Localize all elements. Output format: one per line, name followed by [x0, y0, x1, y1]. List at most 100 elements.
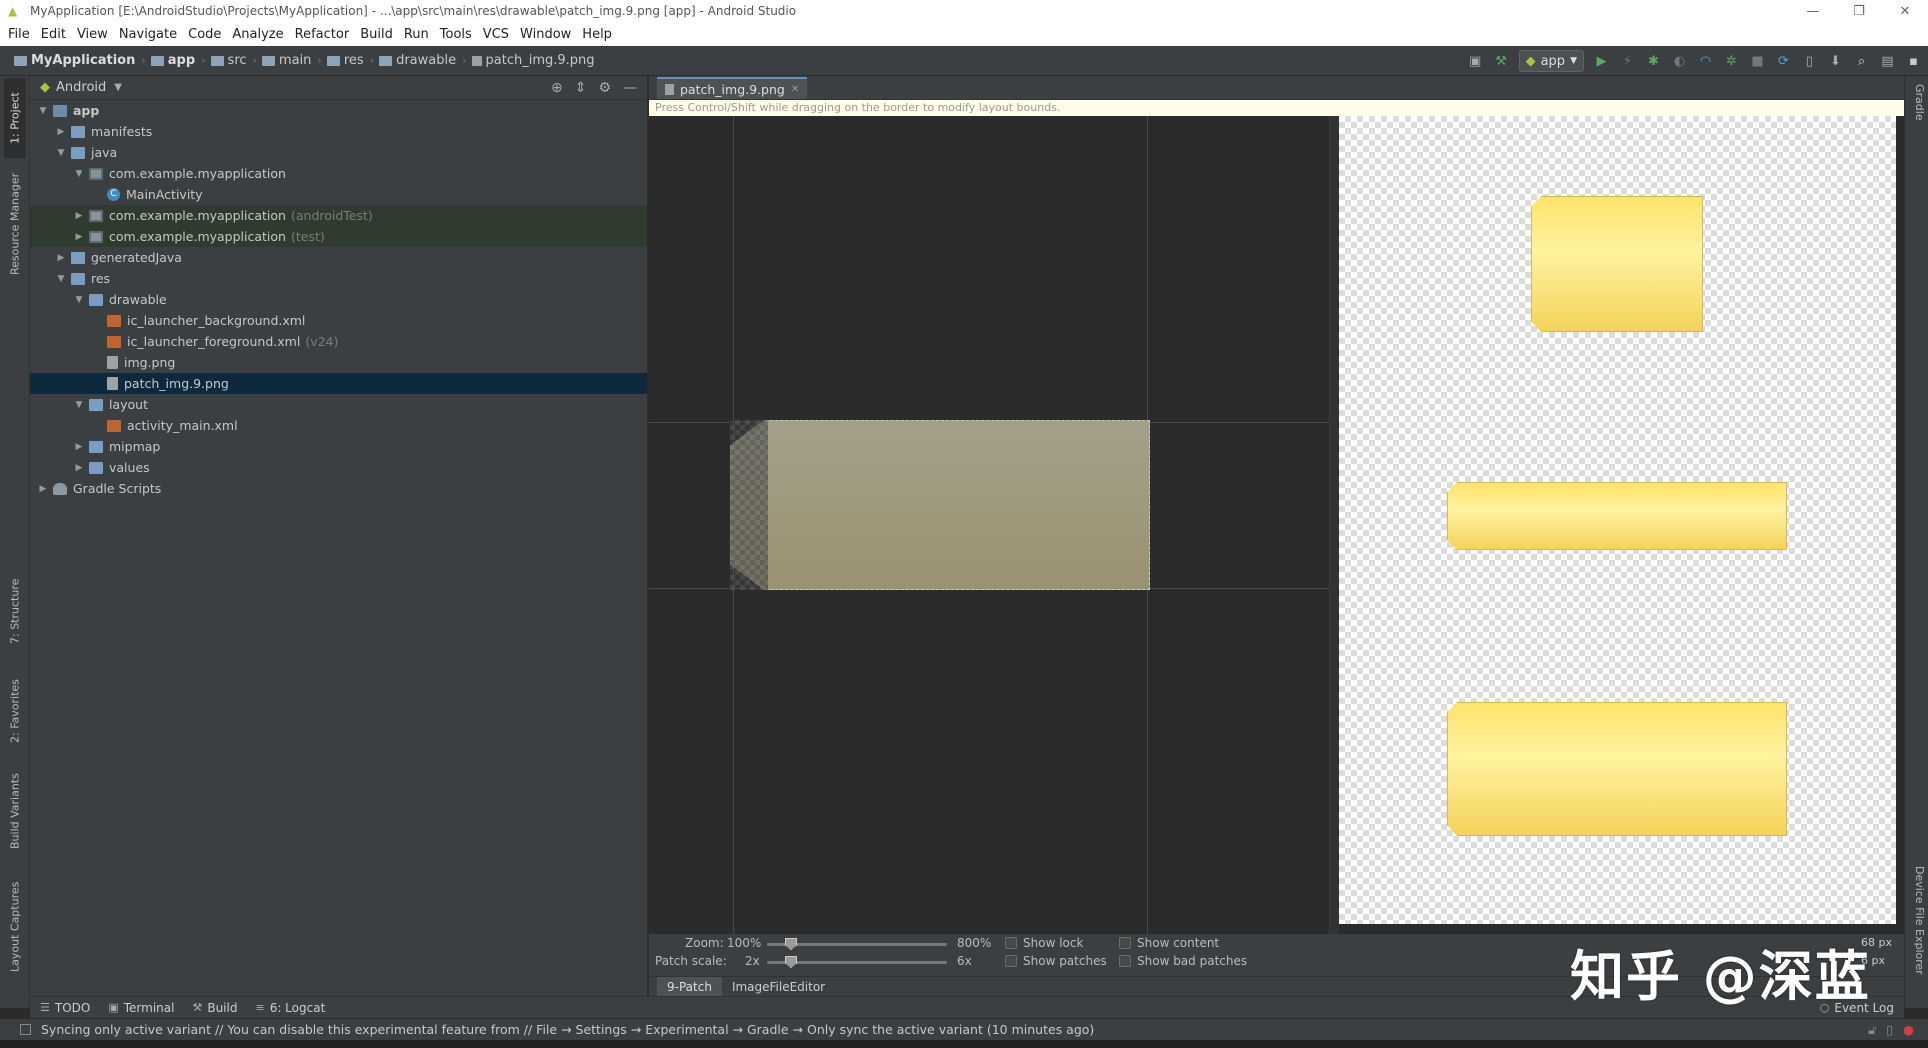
tree-item[interactable]: ▼ res	[30, 268, 647, 289]
tree-item[interactable]: ▶ manifests	[30, 121, 647, 142]
hide-panel-icon[interactable]: —	[623, 80, 637, 96]
hammer-build-icon[interactable]: ⚒	[1493, 53, 1510, 70]
breadcrumb-src[interactable]: src	[210, 53, 247, 68]
tree-item[interactable]: ic_launcher_background.xml	[30, 310, 647, 331]
tree-item[interactable]: ▶ values	[30, 457, 647, 478]
chevron-down-icon[interactable]: ▼	[72, 295, 86, 305]
chevron-right-icon[interactable]: ▶	[36, 484, 50, 494]
tree-item[interactable]: ▶ generatedJava	[30, 247, 647, 268]
menu-window[interactable]: Window	[520, 27, 571, 42]
close-icon[interactable]: ✕	[791, 84, 799, 95]
menu-run[interactable]: Run	[404, 27, 429, 42]
project-structure-icon[interactable]: ▣	[1467, 53, 1484, 70]
menu-analyze[interactable]: Analyze	[232, 27, 283, 42]
splitter-handle[interactable]	[1329, 116, 1339, 934]
collapse-all-icon[interactable]: ⇕	[575, 80, 587, 96]
menu-refactor[interactable]: Refactor	[295, 27, 350, 42]
show-bad-patches-checkbox[interactable]: Show bad patches	[1119, 954, 1247, 968]
chevron-right-icon[interactable]: ▶	[54, 127, 68, 137]
checkbox-box[interactable]	[1119, 937, 1131, 949]
tree-item[interactable]: ▶ Gradle Scripts	[30, 478, 647, 499]
sdk-manager-icon[interactable]: ⬇	[1827, 53, 1844, 70]
tab-patch-img[interactable]: patch_img.9.png ✕	[657, 77, 808, 99]
chevron-right-icon[interactable]: ▶	[72, 232, 86, 242]
tab-nine-patch[interactable]: 9-Patch	[657, 976, 722, 997]
menu-view[interactable]: View	[77, 27, 108, 42]
tab-device-file-explorer[interactable]: Device File Explorer	[1908, 866, 1926, 996]
chevron-down-icon[interactable]: ▼	[54, 148, 68, 158]
breadcrumb-app[interactable]: app	[150, 53, 195, 68]
gear-icon[interactable]: ⚙	[598, 80, 611, 96]
tree-item[interactable]: img.png	[30, 352, 647, 373]
menu-code[interactable]: Code	[188, 27, 221, 42]
tab-favorites[interactable]: 2: Favorites	[4, 666, 26, 756]
menu-vcs[interactable]: VCS	[483, 27, 509, 42]
coverage-icon[interactable]: ◐	[1671, 53, 1688, 70]
tab-image-file-editor[interactable]: ImageFileEditor	[722, 977, 835, 997]
minimize-button[interactable]: —	[1790, 4, 1836, 19]
tree-item[interactable]: ▼ layout	[30, 394, 647, 415]
chevron-down-icon[interactable]: ▼	[36, 106, 50, 116]
layout-inspector-icon[interactable]: ▤	[1879, 53, 1896, 70]
menu-navigate[interactable]: Navigate	[119, 27, 177, 42]
menu-build[interactable]: Build	[360, 27, 393, 42]
patch-scale-slider-handle[interactable]	[785, 956, 797, 968]
tree-item[interactable]: ▶ com.example.myapplication (test)	[30, 226, 647, 247]
tab-gradle[interactable]: Gradle	[1908, 84, 1926, 144]
tree-item[interactable]: activity_main.xml	[30, 415, 647, 436]
tree-item[interactable]: ▶ mipmap	[30, 436, 647, 457]
todo-tool[interactable]: ☰ TODO	[40, 1001, 90, 1015]
sync-gradle-icon[interactable]: ⟳	[1775, 53, 1792, 70]
tree-item[interactable]: ▼ drawable	[30, 289, 647, 310]
chevron-right-icon[interactable]: ▶	[72, 442, 86, 452]
breadcrumb-drawable[interactable]: drawable	[379, 53, 456, 68]
chevron-down-icon[interactable]: ▼	[114, 82, 122, 93]
tree-item[interactable]: ▶ com.example.myapplication (androidTest)	[30, 205, 647, 226]
chevron-right-icon[interactable]: ▶	[72, 211, 86, 221]
tab-layout-captures[interactable]: Layout Captures	[4, 871, 26, 983]
zoom-slider-handle[interactable]	[785, 938, 797, 950]
close-window-button[interactable]: ✕	[1882, 4, 1928, 19]
tab-resource-manager[interactable]: Resource Manager	[4, 164, 26, 284]
profile-icon[interactable]: ◠	[1697, 53, 1714, 70]
account-icon[interactable]: ▪	[1905, 53, 1922, 70]
terminal-tool[interactable]: ▣ Terminal	[108, 1001, 174, 1015]
tree-item[interactable]: C MainActivity	[30, 184, 647, 205]
show-lock-checkbox[interactable]: Show lock	[1005, 936, 1083, 950]
show-content-checkbox[interactable]: Show content	[1119, 936, 1219, 950]
apply-changes-icon[interactable]: ⚡	[1619, 53, 1636, 70]
breadcrumb-file[interactable]: patch_img.9.png	[471, 53, 595, 68]
show-patches-checkbox[interactable]: Show patches	[1005, 954, 1107, 968]
maximize-button[interactable]: ❐	[1836, 4, 1882, 19]
checkbox-box[interactable]	[1119, 955, 1131, 967]
logcat-tool[interactable]: ≡ 6: Logcat	[255, 1001, 325, 1015]
lock-icon[interactable]: 🔓︎	[1868, 1022, 1876, 1038]
checkbox-box[interactable]	[1005, 937, 1017, 949]
tree-item[interactable]: ic_launcher_foreground.xml (v24)	[30, 331, 647, 352]
tab-build-variants[interactable]: Build Variants	[4, 761, 26, 861]
nine-patch-canvas[interactable]	[649, 116, 1329, 934]
chevron-right-icon[interactable]: ▶	[72, 463, 86, 473]
nine-patch-image[interactable]	[730, 420, 1150, 590]
checkbox-box[interactable]	[1005, 955, 1017, 967]
menu-tools[interactable]: Tools	[440, 27, 472, 42]
tree-item[interactable]: ▼ app	[30, 100, 647, 121]
menu-file[interactable]: File	[8, 27, 30, 42]
error-icon[interactable]: ●	[1903, 1022, 1914, 1038]
run-config-select[interactable]: ◆ app ▼	[1518, 50, 1584, 72]
chevron-right-icon[interactable]: ▶	[54, 253, 68, 263]
breadcrumb-main[interactable]: main	[261, 53, 311, 68]
chevron-down-icon[interactable]: ▼	[72, 169, 86, 179]
chevron-down-icon[interactable]: ▼	[54, 274, 68, 284]
breadcrumb-project[interactable]: MyApplication	[14, 53, 135, 68]
stop-icon[interactable]: ■	[1749, 53, 1766, 70]
attach-debugger-icon[interactable]: ✲	[1723, 53, 1740, 70]
search-icon[interactable]: ⌕	[1853, 53, 1870, 70]
memory-icon[interactable]: ▯	[1886, 1022, 1893, 1038]
locate-file-icon[interactable]: ⊕	[551, 80, 563, 96]
breadcrumb-res[interactable]: res	[326, 53, 364, 68]
tab-structure[interactable]: 7: Structure	[4, 566, 26, 656]
menu-edit[interactable]: Edit	[41, 27, 66, 42]
tab-project[interactable]: 1: Project	[4, 78, 26, 158]
menu-help[interactable]: Help	[582, 27, 612, 42]
